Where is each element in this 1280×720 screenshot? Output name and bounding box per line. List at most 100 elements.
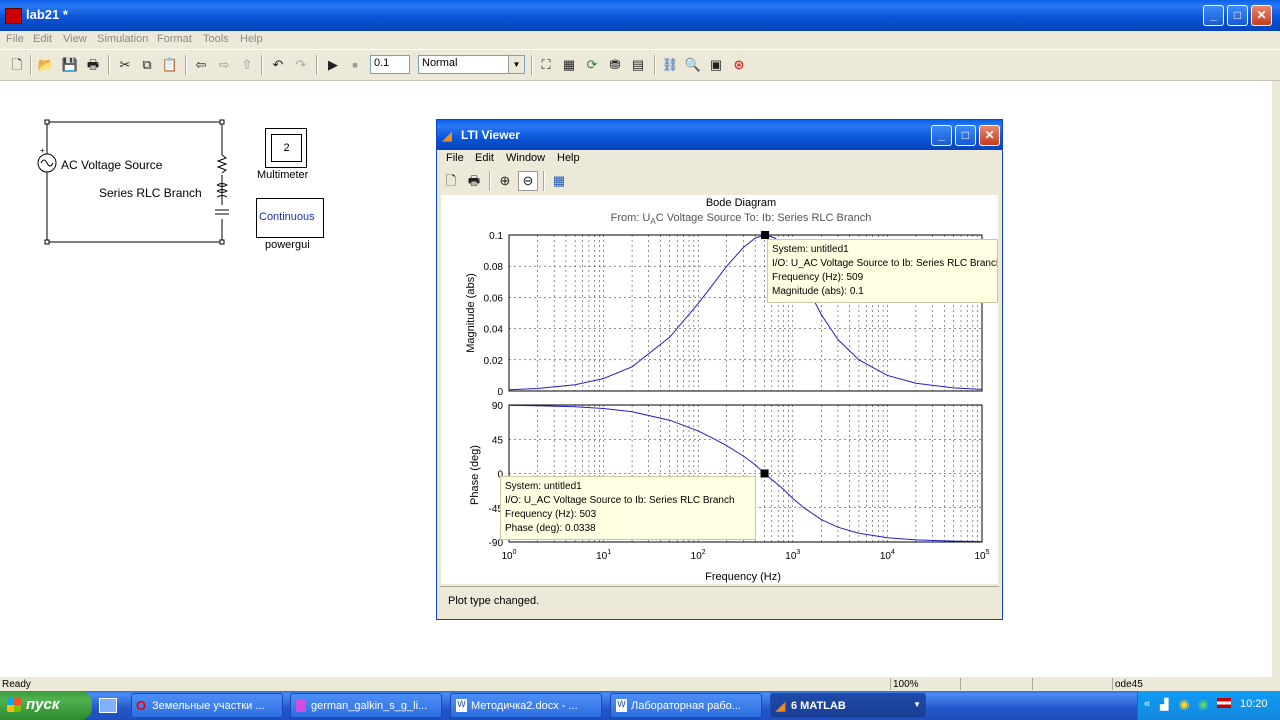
window-title-bar: lab21 * _ □ ✕ — [0, 0, 1280, 31]
magnitude-ytick-label: 0.02 — [484, 356, 504, 367]
menu-simulation[interactable]: Simulation — [97, 33, 148, 45]
taskbar-item[interactable]: W Лабораторная рабо... — [610, 693, 762, 718]
lti-status-text: Plot type changed. — [448, 595, 540, 607]
zoom-search-icon[interactable]: 🔍 — [684, 56, 702, 74]
zoom-out-icon[interactable]: ⊖ — [518, 171, 538, 191]
plot-config-icon[interactable]: ▦ — [550, 172, 568, 190]
menu-view[interactable]: View — [63, 33, 87, 45]
update-diagram-icon[interactable]: ▦ — [560, 56, 578, 74]
multimeter-block[interactable]: 2 — [265, 128, 307, 168]
taskbar-item[interactable]: O Земельные участки ... — [131, 693, 283, 718]
magnitude-ytick-label: 0.06 — [484, 293, 504, 304]
show-desktop-icon[interactable] — [99, 698, 117, 713]
lti-menu-bar: File Edit Window Help — [437, 152, 1002, 168]
taskbar-item-matlab[interactable]: ◢ 6 MATLAB ▼ — [770, 693, 926, 718]
menu-edit[interactable]: Edit — [33, 33, 52, 45]
cut-icon[interactable]: ✂ — [116, 56, 134, 74]
start-button[interactable]: пуск — [0, 691, 92, 720]
lti-menu-window[interactable]: Window — [506, 152, 545, 164]
multimeter-label: Multimeter — [257, 169, 309, 181]
model-explorer-icon[interactable]: ▤ — [629, 56, 647, 74]
status-bar: Ready 100% ode45 — [0, 677, 1280, 691]
tip-line: System: untitled1 — [505, 481, 582, 492]
lti-menu-file[interactable]: File — [446, 152, 464, 164]
copy-icon[interactable]: ⧉ — [138, 56, 156, 74]
x-tick-label: 102 — [691, 549, 706, 562]
target-icon[interactable]: ⊛ — [730, 56, 748, 74]
lti-menu-edit[interactable]: Edit — [475, 152, 494, 164]
tray-arrow-icon[interactable]: « — [1144, 698, 1150, 710]
print-icon[interactable]: 🖶 — [84, 56, 102, 74]
toolbar-right: ⛶ ▦ ⟳ ⛃ ▤ ⛓ 🔍 ▣ ⊛ — [529, 50, 829, 80]
rlc-branch-label[interactable]: Series RLC Branch — [99, 186, 202, 200]
phase-ytick-label: 90 — [492, 401, 504, 412]
tip-line: Frequency (Hz): 503 — [505, 509, 597, 520]
tip-line: Frequency (Hz): 509 — [772, 272, 864, 283]
library-icon[interactable]: ⛃ — [606, 56, 624, 74]
forward-arrow-icon[interactable]: ⇨ — [215, 56, 233, 74]
lti-title-bar: ◢ LTI Viewer _ □ ✕ — [437, 120, 1002, 150]
close-button[interactable]: ✕ — [1251, 5, 1272, 26]
x-tick-label: 101 — [596, 549, 611, 562]
debug-icon[interactable]: ⛓ — [661, 56, 679, 74]
refresh-icon[interactable]: ⟳ — [583, 56, 601, 74]
taskbar: пуск O Земельные участки ... german_galki… — [0, 691, 1280, 720]
bode-plot-area[interactable]: Bode Diagram From: UAC Voltage Source To… — [441, 195, 998, 584]
antivirus-icon[interactable]: ◉ — [1198, 697, 1208, 711]
open-icon[interactable]: 📂 — [37, 56, 55, 74]
vertical-scrollbar[interactable] — [1272, 81, 1280, 677]
menu-help[interactable]: Help — [240, 33, 263, 45]
taskbar-item[interactable]: german_galkin_s_g_li... — [290, 693, 442, 718]
x-tick-label: 105 — [974, 549, 989, 562]
magnitude-datatip[interactable]: System: untitled1 I/O: U_AC Voltage Sour… — [767, 239, 998, 303]
lti-menu-help[interactable]: Help — [557, 152, 580, 164]
print-icon[interactable]: 🖶 — [465, 172, 483, 190]
word-icon: W — [616, 699, 627, 712]
up-arrow-icon[interactable]: ⇧ — [238, 56, 256, 74]
play-icon[interactable]: ▶ — [324, 56, 342, 74]
minimize-button[interactable]: _ — [1203, 5, 1224, 26]
menu-file[interactable]: File — [6, 33, 24, 45]
zoom-in-icon[interactable]: ⊕ — [496, 172, 514, 190]
chevron-down-icon[interactable]: ▼ — [913, 700, 921, 709]
undo-icon[interactable]: ↶ — [269, 56, 287, 74]
phase-datatip-marker — [760, 469, 769, 478]
matlab-logo-icon: ◢ — [776, 699, 786, 713]
back-arrow-icon[interactable]: ⇦ — [192, 56, 210, 74]
lti-viewer-window: ◢ LTI Viewer _ □ ✕ File Edit Window Help… — [436, 119, 1003, 620]
chevron-down-icon[interactable]: ▼ — [508, 56, 524, 73]
lti-minimize-button[interactable]: _ — [931, 125, 952, 146]
matlab-logo-icon: ◢ — [442, 128, 452, 143]
magnitude-ytick-label: 0.1 — [489, 231, 503, 242]
powergui-block[interactable]: Continuous — [256, 198, 324, 238]
taskbar-item[interactable]: W Методичка2.docx - ... — [450, 693, 602, 718]
lti-close-button[interactable]: ✕ — [979, 125, 1000, 146]
tip-line: Phase (deg): 0.0338 — [505, 523, 596, 534]
phase-datatip[interactable]: System: untitled1 I/O: U_AC Voltage Sour… — [500, 476, 756, 540]
save-icon[interactable]: 💾 — [61, 56, 79, 74]
maximize-button[interactable]: □ — [1227, 5, 1248, 26]
flag-icon[interactable] — [1217, 698, 1231, 708]
io-subtitle: From: UAC Voltage Source To: Ib: Series … — [611, 212, 872, 226]
stop-icon[interactable]: ■ — [346, 56, 364, 74]
menu-format[interactable]: Format — [157, 33, 192, 45]
multimeter-display: 2 — [271, 134, 302, 162]
magnitude-datatip-marker — [761, 231, 770, 239]
new-icon[interactable]: 🗋 — [442, 172, 460, 190]
circuit-diagram: + — [37, 119, 229, 245]
new-icon[interactable]: 🗋 — [8, 56, 26, 74]
menu-tools[interactable]: Tools — [203, 33, 229, 45]
paste-icon[interactable]: 📋 — [161, 56, 179, 74]
status-solver: ode45 — [1115, 679, 1143, 690]
status-zoom: 100% — [893, 679, 919, 690]
network-icon[interactable]: ▟ — [1160, 698, 1168, 711]
build-icon[interactable]: ⛶ — [537, 56, 555, 74]
simulation-mode-select[interactable]: Normal ▼ — [418, 55, 525, 74]
lti-maximize-button[interactable]: □ — [955, 125, 976, 146]
tip-line: System: untitled1 — [772, 244, 849, 255]
ac-source-label[interactable]: AC Voltage Source — [61, 158, 162, 172]
redo-icon[interactable]: ↷ — [292, 56, 310, 74]
stop-time-input[interactable]: 0.1 — [370, 55, 410, 74]
update-icon[interactable]: ◉ — [1179, 697, 1189, 711]
property-inspector-icon[interactable]: ▣ — [707, 56, 725, 74]
